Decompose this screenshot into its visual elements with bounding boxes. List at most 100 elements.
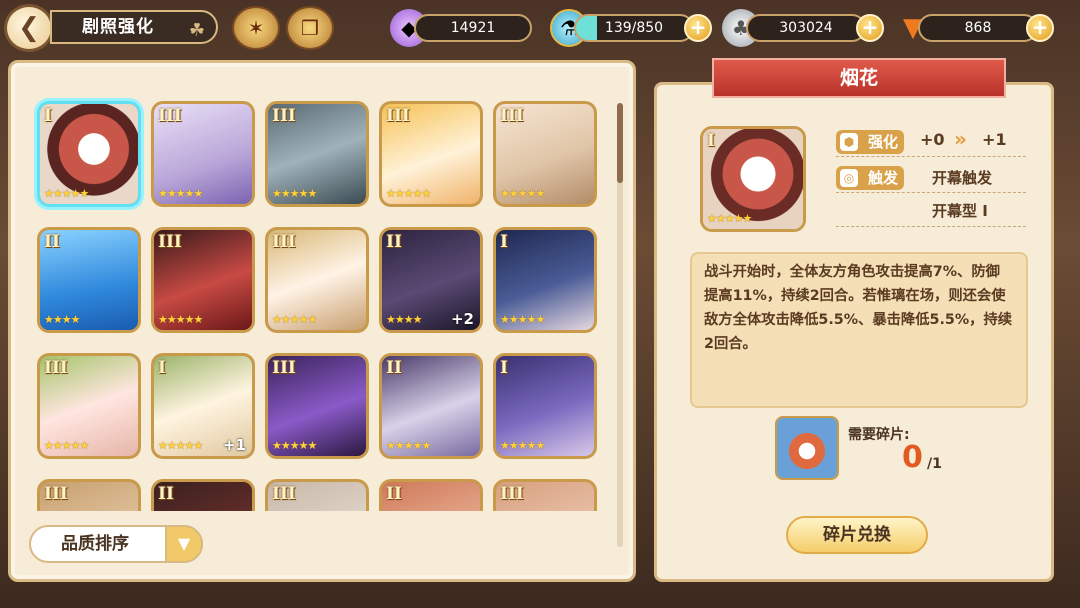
card-item[interactable]: I ★★★★★ xyxy=(493,227,597,333)
skill-description: 战斗开始时，全体友方角色攻击提高7%、防御提高11%，持续2回合。若惟璃在场，则… xyxy=(690,252,1028,408)
card-stars: ★★★★ xyxy=(386,313,422,326)
card-stars: ★★★★★ xyxy=(272,439,317,452)
need-fragments-label: 需要碎片: xyxy=(848,427,910,443)
card-item[interactable]: III xyxy=(265,479,369,511)
shield-icon: ⬢ xyxy=(840,133,858,151)
card-stars: ★★★★★ xyxy=(158,187,203,200)
card-item[interactable]: I ★★★★★ +1 xyxy=(151,353,255,459)
target-icon: ◎ xyxy=(840,169,858,187)
card-stars: ★★★★★ xyxy=(500,439,545,452)
book-icon[interactable]: ❒ xyxy=(286,6,334,50)
card-stars: ★★★★★ xyxy=(158,439,203,452)
type-value: 开幕型 I xyxy=(932,202,988,220)
card-item[interactable]: III ★★★★★ xyxy=(493,101,597,207)
fragment-thumbnail xyxy=(775,416,839,480)
card-stars: ★★★★★ xyxy=(707,212,752,225)
card-plus-level: +1 xyxy=(222,436,246,454)
card-stars: ★★★★★ xyxy=(158,313,203,326)
card-stars: ★★★★★ xyxy=(500,187,545,200)
add-stamina-button[interactable]: + xyxy=(684,14,712,42)
enhance-row: ⬢ 强化 +0 » +1 xyxy=(836,127,1026,156)
fragment-count: 0 xyxy=(902,440,923,475)
card-rank: III xyxy=(272,232,296,252)
card-item[interactable]: III ★★★★★ xyxy=(265,227,369,333)
card-stars: ★★★★ xyxy=(44,313,80,326)
card-rank: III xyxy=(158,232,182,252)
card-rank: III xyxy=(386,106,410,126)
card-rank: II xyxy=(158,484,174,504)
card-item[interactable]: I ★★★★★ xyxy=(37,101,141,207)
plus-icon: + xyxy=(689,15,707,39)
card-rank: III xyxy=(158,106,182,126)
card-stars: ★★★★★ xyxy=(386,439,431,452)
card-rank: II xyxy=(44,232,60,252)
card-item[interactable]: II ★★★★ +2 xyxy=(379,227,483,333)
card-item[interactable]: III ★★★★★ xyxy=(151,227,255,333)
card-rank: I xyxy=(44,106,52,126)
description-text: 战斗开始时，全体友方角色攻击提高7%、防御提高11%，持续2回合。若惟璃在场，则… xyxy=(704,264,1013,352)
card-rank: III xyxy=(272,484,296,504)
card-stars: ★★★★★ xyxy=(44,187,89,200)
card-grid: I ★★★★★ III ★★★★★ III ★★★★★ III ★★★★★ III ★★★★★ II… xyxy=(33,97,611,511)
card-rank: I xyxy=(707,131,715,151)
sort-dropdown[interactable]: 品质排序 ▼ xyxy=(29,525,203,563)
card-item[interactable]: III ★★★★★ xyxy=(265,101,369,207)
double-arrow-icon: » xyxy=(954,127,967,151)
card-item[interactable]: I ★★★★★ xyxy=(493,353,597,459)
chevron-down-icon[interactable]: ▼ xyxy=(165,525,203,563)
card-rank: III xyxy=(272,358,296,378)
card-item[interactable]: II ★★★★★ xyxy=(379,353,483,459)
crystal-value: 14921 xyxy=(450,20,496,36)
card-stars: ★★★★★ xyxy=(272,187,317,200)
card-stars: ★★★★★ xyxy=(272,313,317,326)
card-rank: II xyxy=(386,484,402,504)
enhance-from: +0 xyxy=(920,130,945,149)
exchange-label: 碎片兑换 xyxy=(823,525,891,545)
scrollbar[interactable] xyxy=(617,103,623,547)
card-rank: II xyxy=(386,358,402,378)
card-item[interactable]: II xyxy=(379,479,483,511)
card-item[interactable]: III ★★★★★ xyxy=(37,353,141,459)
scroll-thumb[interactable] xyxy=(617,103,623,183)
back-button[interactable]: ❮ xyxy=(4,4,54,52)
trigger-row: ◎ 触发 开幕触发 xyxy=(836,166,1026,192)
card-item[interactable]: III xyxy=(37,479,141,511)
enhance-to: +1 xyxy=(982,130,1007,149)
plus-icon: + xyxy=(1031,15,1049,39)
type-row: 开幕型 I xyxy=(932,200,1032,226)
card-stars: ★★★★★ xyxy=(44,439,89,452)
back-arrow-icon: ❮ xyxy=(18,13,40,43)
divider xyxy=(836,226,1026,227)
trigger-label: 触发 xyxy=(867,169,898,187)
card-item[interactable]: II xyxy=(151,479,255,511)
add-carrot-button[interactable]: + xyxy=(1026,14,1054,42)
enhance-label: 强化 xyxy=(867,133,898,151)
card-item[interactable]: II ★★★★ xyxy=(37,227,141,333)
fragment-art xyxy=(777,418,837,478)
card-rank: I xyxy=(500,232,508,252)
add-coins-button[interactable]: + xyxy=(856,14,884,42)
enhance-tag: ⬢ 强化 xyxy=(836,130,904,154)
fragment-exchange-button[interactable]: 碎片兑换 xyxy=(786,516,928,554)
card-rank: I xyxy=(158,358,166,378)
coin-counter: 303024 xyxy=(746,14,866,42)
card-item[interactable]: III xyxy=(493,479,597,511)
page-title-bar: 剧照强化 ☘ xyxy=(50,10,218,44)
trigger-value: 开幕触发 xyxy=(932,169,993,187)
card-name: 烟花 xyxy=(839,67,878,89)
card-item[interactable]: III ★★★★★ xyxy=(151,101,255,207)
card-rank: III xyxy=(44,358,68,378)
card-list-panel: I ★★★★★ III ★★★★★ III ★★★★★ III ★★★★★ III ★★★★★ II… xyxy=(8,60,636,582)
divider xyxy=(836,192,1026,193)
card-item[interactable]: III ★★★★★ xyxy=(265,353,369,459)
card-rank: III xyxy=(272,106,296,126)
sort-label: 品质排序 xyxy=(61,534,129,554)
compass-emblem-icon[interactable]: ✶ xyxy=(232,6,280,50)
card-stars: ★★★★★ xyxy=(386,187,431,200)
stamina-counter: 139/850 xyxy=(574,14,694,42)
divider xyxy=(836,156,1026,157)
top-bar: ❮ 剧照强化 ☘ ✶ ❒ ◆ 14921 ⚗ 139/850 + ♣ 30302… xyxy=(0,0,1080,56)
card-item[interactable]: III ★★★★★ xyxy=(379,101,483,207)
card-rank: II xyxy=(386,232,402,252)
card-rank: I xyxy=(500,358,508,378)
